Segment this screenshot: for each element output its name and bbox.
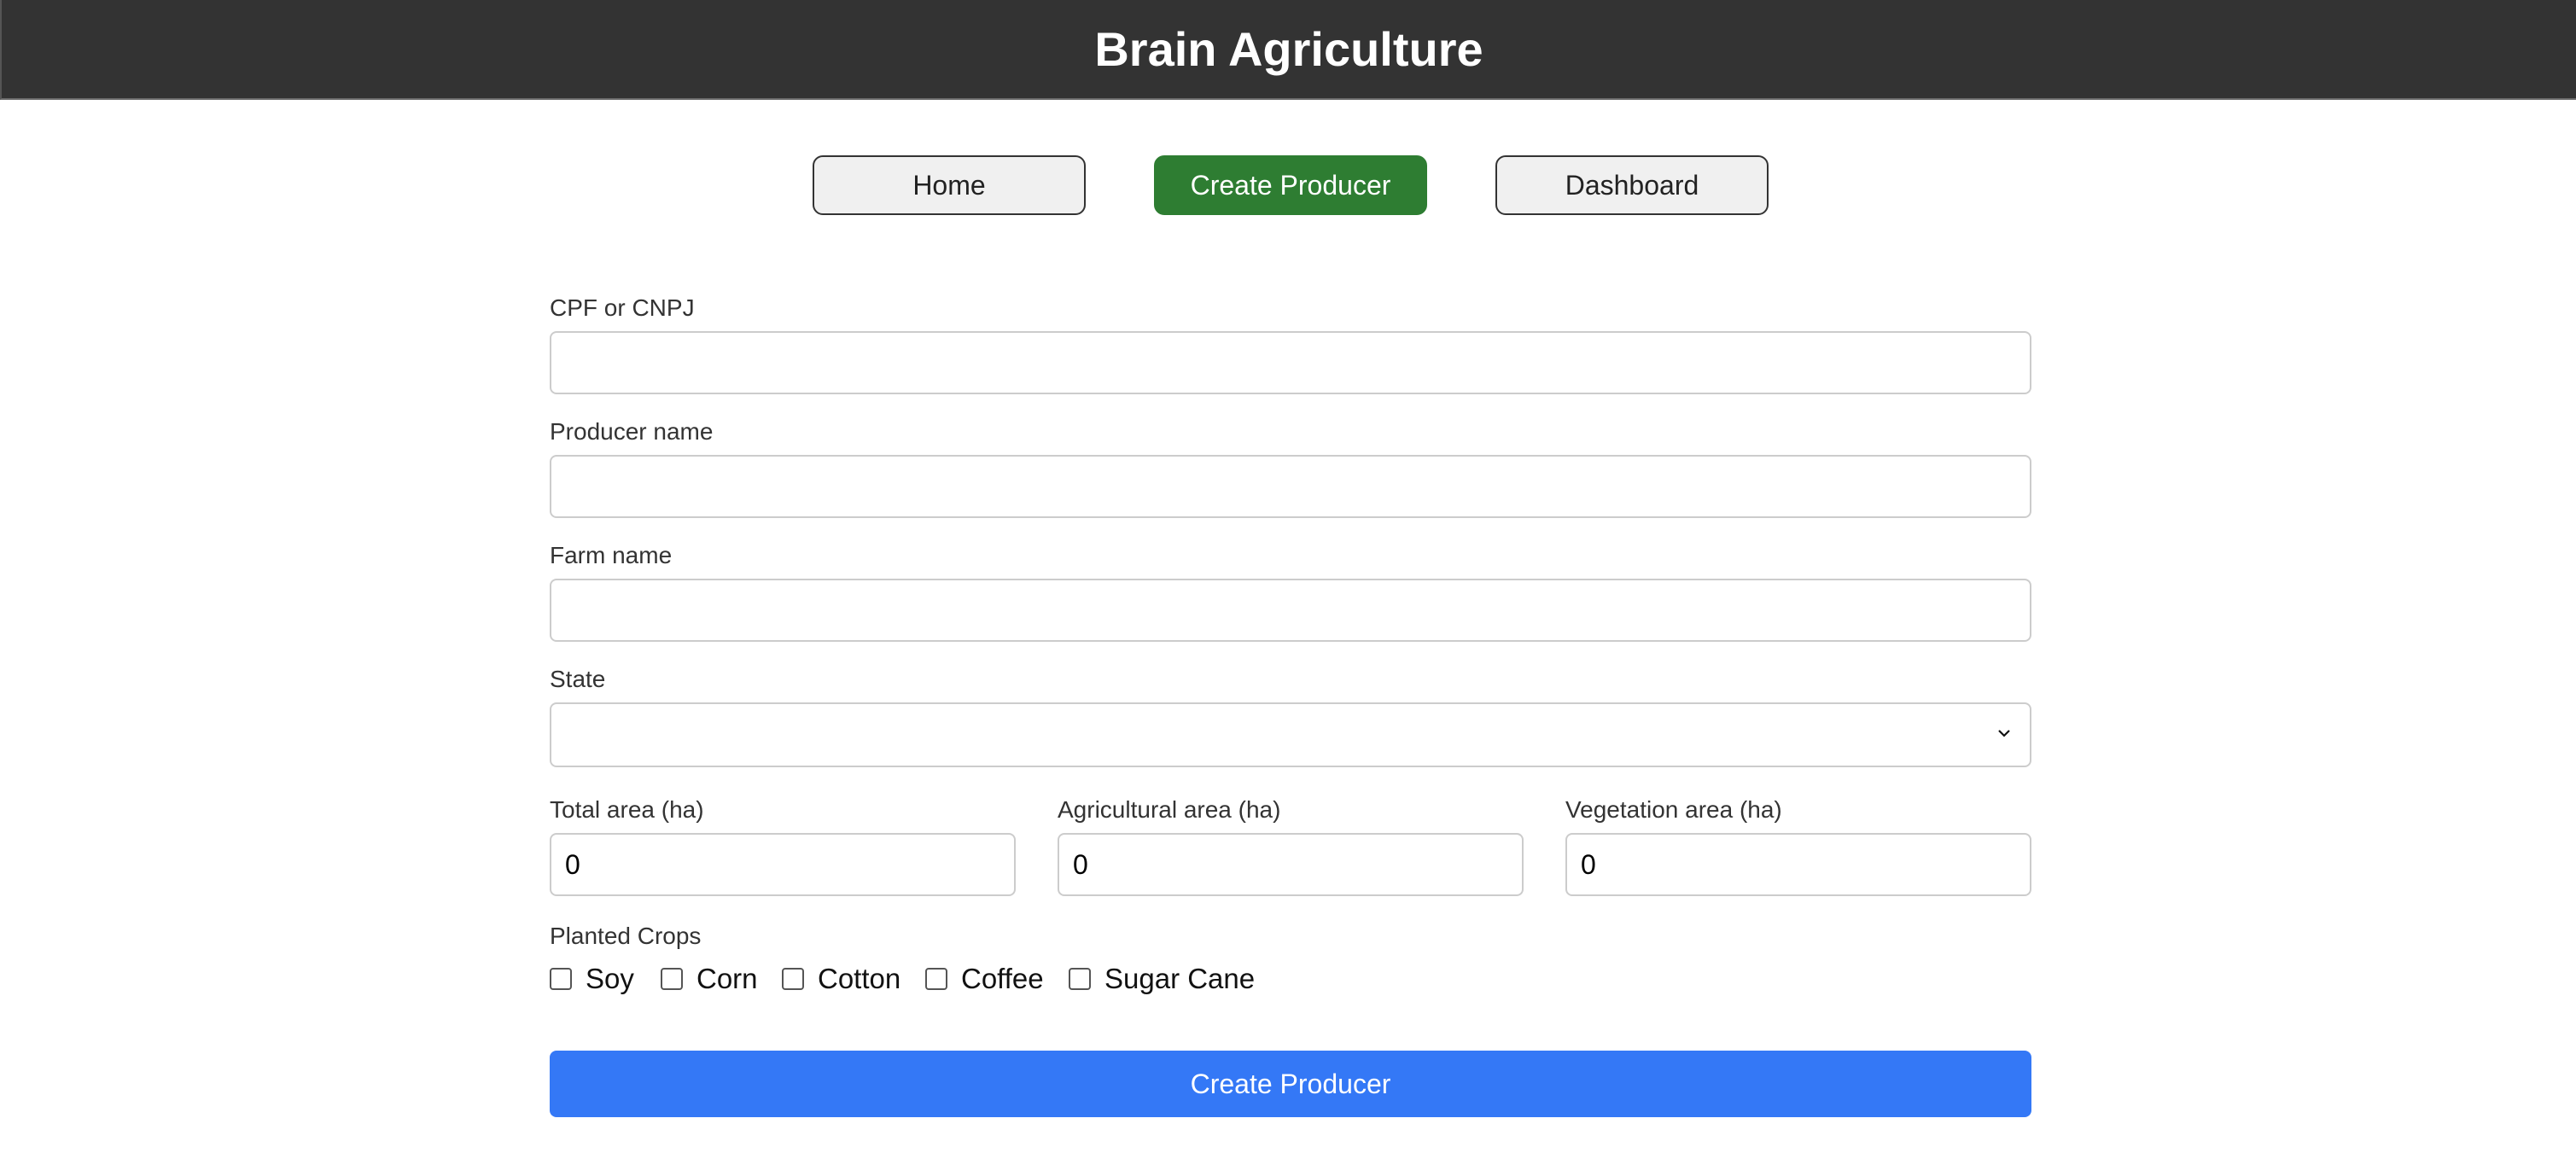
crop-label: Corn [696,963,758,994]
crop-option-sugar-cane[interactable]: Sugar Cane [1069,962,1255,996]
app-title: Brain Agriculture [1094,22,1483,76]
checkbox[interactable] [550,968,572,990]
crop-option-soy[interactable]: Soy [550,962,634,996]
nav-dashboard-button[interactable]: Dashboard [1495,155,1769,215]
app-header: Brain Agriculture [0,0,2576,100]
agricultural-area-input[interactable] [1058,833,1524,896]
state-label: State [550,666,606,692]
farm-name-input[interactable] [550,579,2031,642]
cpf-input[interactable] [550,331,2031,394]
producer-name-label: Producer name [550,418,714,445]
crop-label: Cotton [818,963,901,994]
state-select[interactable] [550,702,2031,767]
vegetation-area-label: Vegetation area (ha) [1565,796,1782,823]
total-area-label: Total area (ha) [550,796,704,823]
checkbox[interactable] [782,968,804,990]
nav-home-button[interactable]: Home [813,155,1086,215]
cpf-label: CPF or CNPJ [550,294,695,321]
checkbox[interactable] [1069,968,1091,990]
crop-label: Coffee [961,963,1044,994]
create-producer-submit-button[interactable]: Create Producer [550,1051,2031,1117]
producer-name-input[interactable] [550,455,2031,518]
crop-label: Soy [586,963,634,994]
checkbox[interactable] [661,968,683,990]
crop-option-corn[interactable]: Corn [661,962,758,996]
checkbox[interactable] [925,968,947,990]
agricultural-area-label: Agricultural area (ha) [1058,796,1281,823]
total-area-input[interactable] [550,833,1016,896]
crops-checkbox-group: Soy Corn Cotton Coffee Sugar Cane [550,962,2031,996]
crop-label: Sugar Cane [1104,963,1256,994]
chevron-down-icon [1998,730,2010,737]
planted-crops-label: Planted Crops [550,923,702,949]
nav-create-producer-button[interactable]: Create Producer [1154,155,1427,215]
crop-option-coffee[interactable]: Coffee [925,962,1044,996]
farm-name-label: Farm name [550,542,673,568]
vegetation-area-input[interactable] [1565,833,2031,896]
nav-bar: Home Create Producer Dashboard [0,155,2576,215]
crop-option-cotton[interactable]: Cotton [782,962,900,996]
